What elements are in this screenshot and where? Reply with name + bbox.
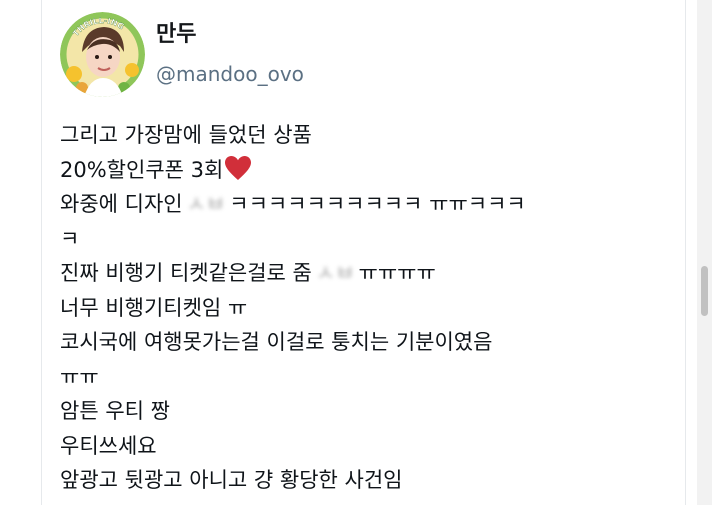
tweet-line: 앞광고 뒷광고 아니고 걍 황당한 사건임 [60, 463, 660, 498]
tweet-line: 20%할인쿠폰 3회 [60, 153, 660, 188]
display-name[interactable]: 만두 [156, 20, 196, 50]
tweet-line-text: ㅠㅠㅠㅠ [358, 261, 436, 285]
tweet-line-text: 와중에 디자인 [60, 192, 183, 216]
tweet-line-text: 앞광고 뒷광고 아니고 걍 황당한 사건임 [60, 468, 403, 492]
tweet-line-text: 그리고 가장맘에 들었던 상품 [60, 123, 312, 147]
tweet-line-text: ㅋ [60, 226, 80, 251]
tweet-line-text: 20%할인쿠폰 3회 [60, 157, 224, 182]
tweet-line: 암튼 우티 짱 [60, 394, 660, 429]
tweet-header: THRILL-ING 만두 @mandoo_ovo [60, 12, 620, 98]
tweet-line-text: 암튼 우티 짱 [60, 399, 170, 423]
tweet-line: ㅠㅠ [60, 360, 660, 395]
tweet-line-text: 코시국에 여행못가는걸 이걸로 퉁치는 기분이였음 [60, 330, 493, 354]
avatar[interactable]: THRILL-ING [60, 12, 145, 97]
tweet-page: THRILL-ING 만두 @mandoo_ovo 그리고 가장맘에 들었던 상… [0, 0, 712, 505]
censored-word: ㅅㅂ [186, 192, 226, 216]
tweet-line: 너무 비행기티켓임 ㅠ [60, 291, 660, 326]
tweet-line: 와중에 디자인 ㅅㅂ ㅋㅋㅋㅋㅋㅋㅋㅋㅋㅋ ㅠㅠㅋㅋㅋ [60, 187, 660, 222]
tweet-line: 그리고 가장맘에 들었던 상품 [60, 118, 660, 153]
avatar-image: THRILL-ING [60, 12, 145, 97]
tweet-line: ㅋ [60, 222, 660, 257]
censored-word: ㅅㅂ [315, 261, 355, 285]
tweet-card: THRILL-ING 만두 @mandoo_ovo 그리고 가장맘에 들었던 상… [41, 0, 686, 505]
tweet-line: 코시국에 여행못가는걸 이걸로 퉁치는 기분이였음 [60, 325, 660, 360]
tweet-line-text: 너무 비행기티켓임 ㅠ [60, 295, 248, 320]
tweet-line: 우티쓰세요 [60, 429, 660, 464]
user-handle[interactable]: @mandoo_ovo [156, 61, 304, 87]
tweet-text: 그리고 가장맘에 들었던 상품 20%할인쿠폰 3회 와중에 디자인 ㅅㅂ ㅋㅋㅋㅋ… [60, 118, 660, 498]
tweet-line-text: ㅠㅠ [60, 364, 99, 389]
vertical-scrollbar[interactable] [697, 0, 712, 505]
tweet-line: 진짜 비행기 티켓같은걸로 줌 ㅅㅂ ㅠㅠㅠㅠ [60, 256, 660, 291]
tweet-line-text: 우티쓰세요 [60, 433, 157, 458]
tweet-line-text: ㅋㅋㅋㅋㅋㅋㅋㅋㅋㅋ ㅠㅠㅋㅋㅋ [229, 192, 526, 216]
heart-icon [225, 155, 252, 180]
tweet-line-text: 진짜 비행기 티켓같은걸로 줌 [60, 261, 312, 285]
scrollbar-thumb[interactable] [701, 266, 708, 316]
